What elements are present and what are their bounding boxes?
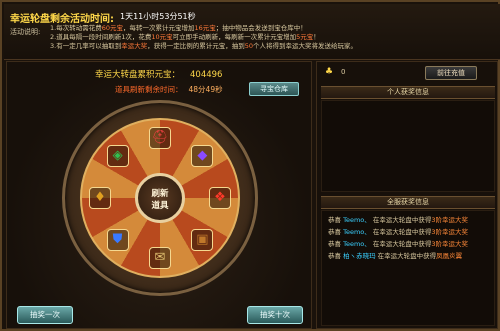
draw-ten-button[interactable]: 抽奖十次 bbox=[247, 306, 303, 324]
draw-once-button[interactable]: 抽奖一次 bbox=[17, 306, 73, 324]
announcement-prize: 3阶幸运大奖 bbox=[431, 240, 468, 248]
potion-icon: ◈ bbox=[106, 144, 129, 167]
helmet-icon: ⛑ bbox=[149, 127, 171, 149]
description-line: 2.道具每隔一段时间刷新1次，花费10元宝可立即手动刷新，每刷新一次累计元宝增加… bbox=[50, 33, 490, 42]
description-label: 活动说明: bbox=[10, 28, 41, 36]
announcement-item: 恭喜 Teemo、 在幸运大轮盘中获得3阶幸运大奖 bbox=[328, 215, 500, 226]
announcement-player: Teemo、 bbox=[343, 240, 371, 248]
global-awards-header: 全服获奖信息 bbox=[321, 196, 495, 209]
hub-line-1: 刷新 bbox=[151, 189, 169, 199]
description-list: 1.每次转动需花费60元宝，每转一次累计元宝增加16元宝；抽中物品会发送到宝仓库… bbox=[50, 24, 490, 51]
announcement-prefix: 恭喜 bbox=[328, 240, 341, 248]
wheel-panel: 幸运大转盘累积元宝： 404496 道具刷新剩余时间： 48分49秒 寻宝仓库 ⛑ ◆… bbox=[6, 61, 312, 329]
description-line: 3.有一定几率可以抽取到幸运大奖，获得一定比例的累计元宝，抽到50个人将得到幸运… bbox=[50, 42, 490, 51]
description-text: 有一定几率可以抽取到 bbox=[56, 42, 122, 50]
shield-icon: ⛊ bbox=[106, 229, 129, 252]
game-window: 幸运轮盘剩余活动时间: 1天11小时53分51秒 活动说明: 1.每次转动需花费… bbox=[0, 0, 500, 331]
info-panel: ♣ 0 前往充值 个人获奖信息 全服获奖信息 恭喜 Teemo、 在幸运大轮盘中… bbox=[316, 61, 498, 329]
event-countdown: 1天11小时53分51秒 bbox=[120, 12, 196, 21]
description-highlight: 16元宝 bbox=[194, 24, 216, 32]
treasure-store-button[interactable]: 寻宝仓库 bbox=[249, 82, 299, 96]
announcement-mid: 在幸运大轮盘中获得 bbox=[377, 252, 437, 260]
personal-awards-list bbox=[321, 100, 495, 192]
announcement-prize: 3阶幸运大奖 bbox=[431, 216, 468, 224]
description-text: 道具每隔一段时间刷新1次，花费 bbox=[56, 33, 152, 41]
currency-bar: ♣ 0 前往充值 bbox=[321, 65, 495, 81]
description-text: ！ bbox=[313, 33, 320, 41]
refresh-items-button[interactable]: 刷新 道具 bbox=[135, 173, 185, 223]
announcement-prize: 3阶幸运大奖 bbox=[431, 228, 468, 236]
description-text: ，获得一定比例的累计元宝，抽到 bbox=[147, 42, 245, 50]
chest-icon: ▣ bbox=[191, 229, 214, 252]
announcement-mid: 在幸运大轮盘中获得 bbox=[372, 240, 432, 248]
description-highlight: 50 bbox=[244, 42, 253, 50]
lucky-wheel: ⛑ ◆ ❖ ▣ ✉ ⛊ ♦ ◈ 刷新 道具 bbox=[62, 100, 258, 296]
event-title: 幸运轮盘剩余活动时间: bbox=[10, 14, 114, 25]
announcement-item: 恭喜 Teemo、 在幸运大轮盘中获得3阶幸运大奖 bbox=[328, 239, 500, 250]
description-text: 每次转动需花费 bbox=[56, 24, 102, 32]
money-value: 0 bbox=[341, 68, 346, 76]
hub-line-2: 道具 bbox=[151, 201, 169, 211]
gem-icon: ◆ bbox=[191, 144, 214, 167]
global-awards-list: 恭喜 Teemo、 在幸运大轮盘中获得3阶幸运大奖 恭喜 Teemo、 在幸运大轮… bbox=[321, 210, 495, 326]
description-text: 可立即手动刷新，每刷新一次累计元宝增加 bbox=[172, 33, 297, 41]
refresh-label: 道具刷新剩余时间： bbox=[115, 85, 183, 94]
description-line: 1.每次转动需花费60元宝，每转一次累计元宝增加16元宝；抽中物品会发送到宝仓库… bbox=[50, 24, 490, 33]
personal-awards-header: 个人获奖信息 bbox=[321, 86, 495, 99]
announcement-player: Teemo、 bbox=[343, 216, 371, 224]
recharge-button[interactable]: 前往充值 bbox=[425, 66, 477, 80]
treasure-icon: ♦ bbox=[89, 187, 111, 209]
description-highlight: 5元宝 bbox=[296, 33, 314, 41]
description-highlight: 10元宝 bbox=[151, 33, 173, 41]
announcement-prefix: 恭喜 bbox=[328, 216, 341, 224]
announcement-prefix: 恭喜 bbox=[328, 252, 341, 260]
refresh-value: 48分49秒 bbox=[188, 85, 223, 94]
announcement-prefix: 恭喜 bbox=[328, 228, 341, 236]
accumulated-label: 幸运大转盘累积元宝： bbox=[95, 70, 181, 80]
description-highlight: 60元宝 bbox=[101, 24, 123, 32]
accumulated-value: 404496 bbox=[190, 70, 223, 80]
announcement-player: Teemo、 bbox=[343, 228, 371, 236]
red-crystal-icon: ❖ bbox=[209, 187, 231, 209]
announcement-player: 柏ヽ赤晓玛 bbox=[343, 252, 376, 260]
announcement-mid: 在幸运大轮盘中获得 bbox=[372, 216, 432, 224]
accumulated-yuanbao: 幸运大转盘累积元宝： 404496 bbox=[95, 68, 222, 80]
scroll-icon: ✉ bbox=[149, 247, 171, 269]
announcement-mid: 在幸运大轮盘中获得 bbox=[372, 228, 432, 236]
announcement-item: 恭喜 Teemo、 在幸运大轮盘中获得3阶幸运大奖 bbox=[328, 227, 500, 238]
refresh-timer: 道具刷新剩余时间： 48分49秒 bbox=[115, 84, 223, 95]
announcement-prize: 凤凰炎翼 bbox=[436, 252, 463, 260]
announcement-item: 恭喜 柏ヽ赤晓玛 在幸运大轮盘中获得凤凰炎翼 bbox=[328, 251, 500, 262]
description-highlight: 幸运大奖 bbox=[121, 42, 148, 50]
money-bag-icon: ♣ bbox=[325, 67, 334, 77]
description-text: ，每转一次累计元宝增加 bbox=[122, 24, 195, 32]
event-header: 幸运轮盘剩余活动时间: 1天11小时53分51秒 活动说明: 1.每次转动需花费… bbox=[4, 4, 500, 60]
description-text: 个人将得到幸运大奖将发送给玩家。 bbox=[252, 42, 357, 50]
description-text: ；抽中物品会发送到宝仓库中！ bbox=[215, 24, 307, 32]
